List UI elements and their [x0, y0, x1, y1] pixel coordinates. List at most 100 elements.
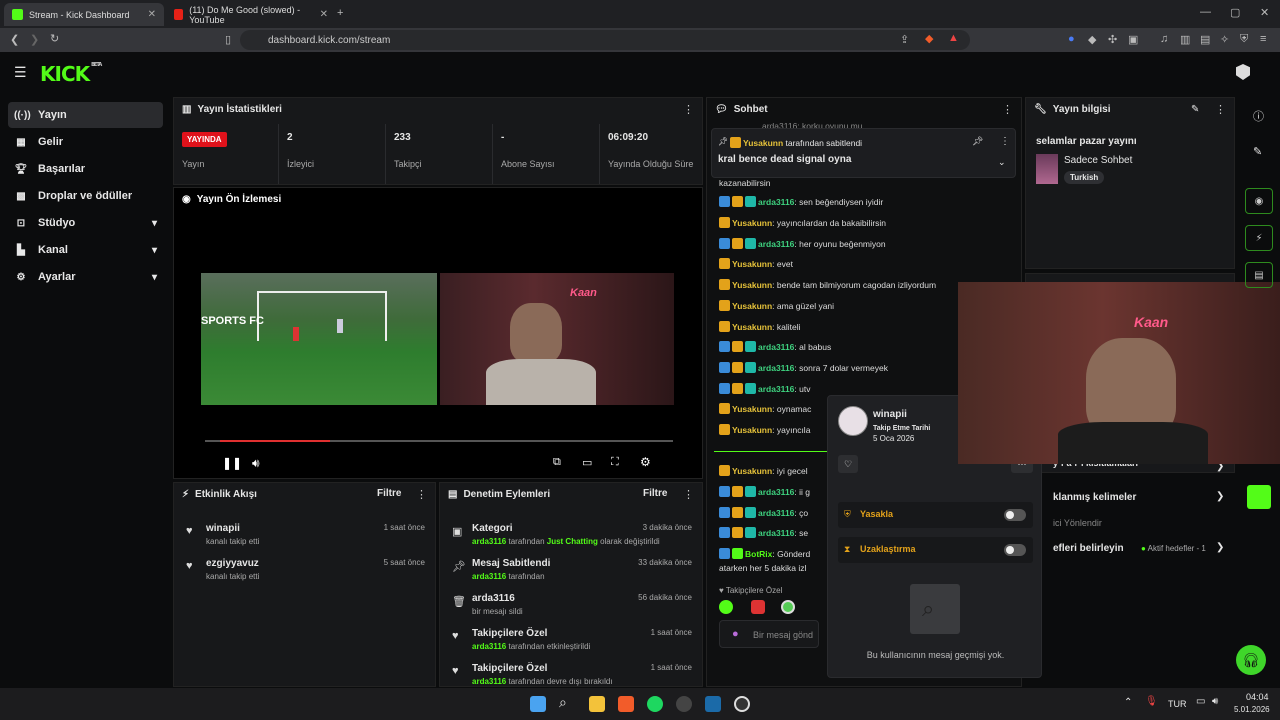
mod-user[interactable]: arda3116 — [472, 642, 506, 651]
close-tab-icon[interactable]: ✕ — [320, 9, 328, 20]
file-explorer-icon[interactable] — [589, 696, 605, 712]
media-player-icon[interactable] — [734, 696, 750, 712]
language-indicator[interactable]: TUR — [1168, 699, 1187, 709]
edit-pencil-icon[interactable]: ✎ — [1191, 104, 1199, 115]
chat-username[interactable]: BotRix — [745, 549, 772, 559]
support-headset-icon[interactable]: 🎧︎ — [1236, 645, 1266, 675]
tab-kick-dashboard[interactable]: Stream - Kick Dashboard ✕ — [4, 3, 164, 26]
media-icon[interactable]: ♫ — [1160, 33, 1168, 45]
list-item[interactable]: 🗑︎ arda3116 bir mesajı sildi 56 dakika ö… — [440, 589, 702, 623]
filter-button[interactable]: Filtre — [643, 488, 667, 499]
extension-icon[interactable]: ◆ — [1088, 33, 1096, 46]
chat-username[interactable]: Yusakunn — [732, 425, 772, 435]
mic-icon[interactable]: ● — [732, 628, 739, 640]
emote-icon[interactable] — [781, 600, 795, 614]
category-name[interactable]: Sadece Sohbet — [1064, 155, 1132, 166]
more-options-icon[interactable]: ⋮ — [683, 488, 694, 501]
bookmark-icon[interactable]: ▯ — [225, 33, 231, 46]
unpin-icon[interactable]: 📌︎ — [972, 136, 983, 147]
new-tab-icon[interactable]: + — [337, 7, 343, 19]
chat-username[interactable]: Yusakunn — [732, 322, 772, 332]
ban-toggle[interactable] — [1004, 509, 1026, 521]
chat-username[interactable]: Yusakunn — [732, 280, 772, 290]
sidebar-item-droplar[interactable]: ▩ Droplar ve ödüller — [8, 183, 163, 209]
timeout-toggle[interactable] — [1004, 544, 1026, 556]
chat-input[interactable]: ● Bir mesaj gönd — [719, 620, 819, 648]
windows-start-icon[interactable] — [530, 696, 546, 712]
sidebar-item-gelir[interactable]: ▦ Gelir — [8, 129, 163, 155]
mod-tool-item[interactable]: efleri belirleyin — [1053, 543, 1124, 554]
chat-username[interactable]: arda3116 — [758, 384, 794, 394]
hamburger-menu-icon[interactable]: ☰ — [14, 64, 27, 81]
rail-button[interactable]: ◉ — [1245, 188, 1273, 214]
miniplayer-icon[interactable]: ⧉ — [553, 456, 561, 469]
list-item[interactable]: ♥ Takipçilere Özel arda3116 tarafından d… — [440, 659, 702, 686]
rail-button[interactable]: ▤ — [1245, 262, 1273, 288]
chat-username[interactable]: arda3116 — [758, 197, 794, 207]
display-icon[interactable]: ▭ — [1196, 696, 1205, 707]
mod-user[interactable]: arda3116 — [472, 677, 506, 686]
chat-username[interactable]: arda3116 — [758, 363, 794, 373]
chat-username[interactable]: Yusakunn — [732, 301, 772, 311]
filter-button[interactable]: Filtre — [377, 488, 401, 499]
edit-pencil-icon[interactable]: ✎ — [1253, 145, 1262, 158]
chat-username[interactable]: arda3116 — [758, 528, 794, 538]
tab-youtube[interactable]: (11) Do Me Good (slowed) - YouTube ✕ — [166, 3, 336, 26]
steam-icon[interactable] — [705, 696, 721, 712]
emote-icon[interactable] — [751, 600, 765, 614]
sidebar-item-yayin[interactable]: ((·)) Yayın — [8, 102, 163, 128]
more-options-icon[interactable]: ⋮ — [683, 103, 694, 116]
url-field[interactable]: dashboard.kick.com/stream — [240, 30, 970, 50]
chevron-up-icon[interactable]: ⌃ — [1124, 697, 1132, 708]
share-icon[interactable]: ⇪ — [900, 33, 909, 46]
close-window-icon[interactable]: ✕ — [1260, 6, 1269, 19]
chevron-right-icon[interactable]: ❯ — [1216, 542, 1224, 553]
info-icon[interactable]: ⓘ — [1253, 108, 1264, 124]
leo-ai-icon[interactable]: ✧ — [1220, 33, 1229, 46]
brave-rewards-icon[interactable]: ▲ — [948, 32, 959, 44]
chevron-right-icon[interactable]: ❯ — [1216, 491, 1224, 502]
mod-tool-item[interactable]: ici Yönlendir — [1053, 518, 1102, 528]
volume-icon[interactable]: 🔊︎ — [252, 456, 260, 471]
clock-date[interactable]: 5.01.2026 — [1234, 705, 1270, 714]
tag-pill[interactable]: Turkish — [1064, 171, 1105, 184]
mod-tool-item[interactable]: klanmış kelimeler — [1053, 492, 1136, 503]
chat-username[interactable]: Yusakunn — [732, 404, 772, 414]
mic-icon[interactable]: 🎙︎ — [1145, 696, 1158, 707]
theater-icon[interactable]: ▭ — [582, 456, 592, 469]
chat-username[interactable]: arda3116 — [758, 342, 794, 352]
pause-icon[interactable]: ❚❚ — [222, 456, 242, 470]
minimize-icon[interactable]: — — [1200, 6, 1211, 18]
sidebar-item-kanal[interactable]: ▙ Kanal ▾ — [8, 237, 163, 263]
search-icon[interactable]: ⌕ — [559, 694, 567, 711]
list-item[interactable]: ♥ winapii kanalı takip etti 1 saat önce — [174, 519, 435, 553]
forward-icon[interactable]: ❯ — [30, 33, 39, 46]
list-item[interactable]: ▣ Kategori arda3116 tarafından Just Chat… — [440, 519, 702, 553]
brave-shield-icon[interactable]: ◆ — [925, 32, 933, 45]
volume-icon[interactable]: 🔊︎ — [1212, 696, 1218, 707]
rail-button[interactable]: ⚡︎ — [1245, 225, 1273, 251]
close-tab-icon[interactable]: ✕ — [148, 9, 156, 20]
more-options-icon[interactable]: ⋮ — [1215, 103, 1226, 116]
more-options-icon[interactable]: ⋮ — [1002, 103, 1013, 116]
mod-user[interactable]: arda3116 — [472, 537, 506, 546]
sidebar-item-ayarlar[interactable]: ⚙ Ayarlar ▾ — [8, 264, 163, 290]
chat-username[interactable]: Yusakunn — [743, 138, 783, 148]
more-options-icon[interactable]: ⋮ — [1000, 136, 1010, 147]
spotify-icon[interactable] — [647, 696, 663, 712]
list-item[interactable]: ♥ ezgiyyavuz kanalı takip etti 5 saat ön… — [174, 554, 435, 588]
sidebar-item-studyo[interactable]: ⊡ Stüdyo ▾ — [8, 210, 163, 236]
menu-icon[interactable]: ≡ — [1260, 33, 1266, 45]
follow-heart-button[interactable]: ♡ — [838, 455, 858, 473]
brave-browser-icon[interactable] — [618, 696, 634, 712]
clock-time[interactable]: 04:04 — [1246, 692, 1269, 702]
back-icon[interactable]: ❮ — [10, 33, 19, 46]
app-icon[interactable] — [1247, 485, 1271, 509]
maximize-icon[interactable]: ▢ — [1230, 6, 1240, 19]
kick-logo[interactable]: KICK BETA — [40, 62, 102, 86]
sidebar-toggle-icon[interactable]: ▥ — [1180, 33, 1190, 46]
fullscreen-icon[interactable]: ⛶ — [611, 456, 619, 469]
screenshot-icon[interactable]: ▣ — [1128, 33, 1138, 46]
settings-gear-icon[interactable]: ⚙ — [640, 455, 651, 469]
list-item[interactable]: 📌︎ Mesaj Sabitlendi arda3116 tarafından … — [440, 554, 702, 588]
